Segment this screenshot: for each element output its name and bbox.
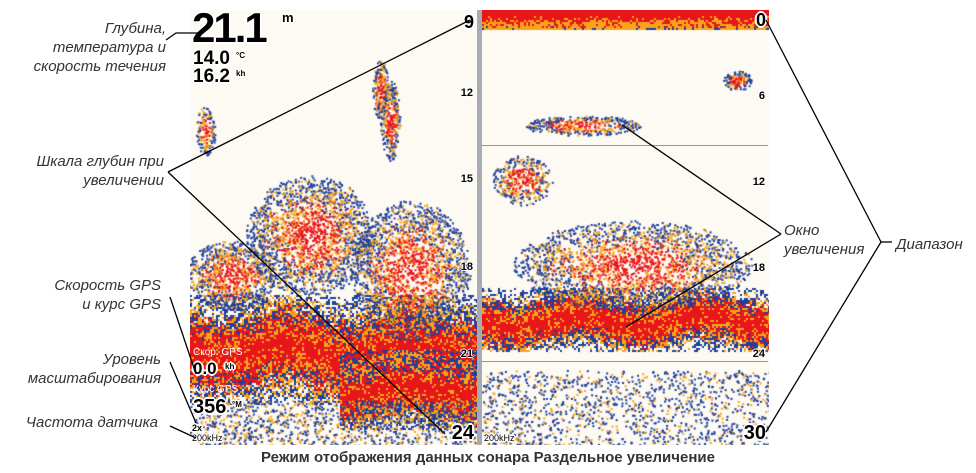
figure-caption: Режим отображения данных сонара Раздельн…	[261, 449, 715, 466]
leader-zoom-scale-bottom	[167, 171, 446, 435]
leader-depth	[165, 32, 198, 41]
leader-range-top	[765, 19, 882, 243]
leader-range-bottom	[765, 241, 882, 433]
leader-zoom-scale	[167, 19, 471, 173]
leader-zoom-window-bottom	[625, 233, 782, 328]
leader-zoom-level	[169, 361, 197, 424]
leader-gps	[169, 296, 197, 375]
leader-zoom-window-top	[621, 124, 782, 235]
annotation-leader-lines	[165, 19, 892, 439]
leader-frequency	[169, 425, 197, 439]
